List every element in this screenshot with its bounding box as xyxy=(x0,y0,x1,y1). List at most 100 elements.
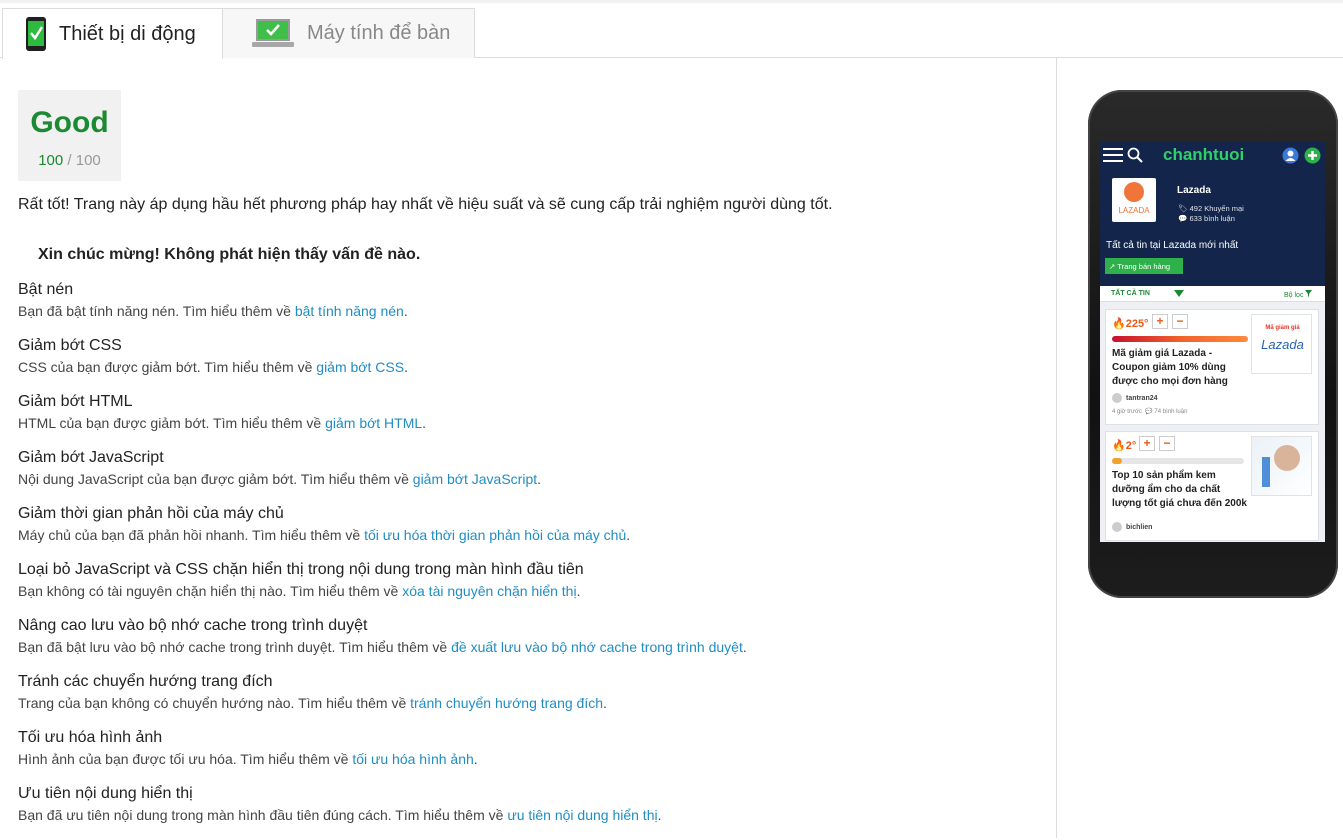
store-comments: 💬 633 bình luận xyxy=(1178,214,1235,223)
thumb-caption: Mã giảm giá xyxy=(1265,325,1300,331)
heat-score-text: 225° xyxy=(1125,318,1149,330)
rule-desc: Bạn không có tài nguyên chặn hiển thị nà… xyxy=(18,583,581,599)
heat-score-text: 2° xyxy=(1125,440,1137,452)
rule-desc: Bạn đã bật tính năng nén. Tìm hiểu thêm … xyxy=(18,303,408,319)
store-page-button[interactable]: ↗ Trang bán hàng xyxy=(1105,258,1183,274)
chevron-down-icon xyxy=(1174,290,1184,297)
rule-item: Bật nén Bạn đã bật tính năng nén. Tìm hiể… xyxy=(18,280,1038,336)
tab-mobile[interactable]: Thiết bị di động xyxy=(2,8,223,59)
rule-desc: Bạn đã ưu tiên nội dung trong màn hình đ… xyxy=(18,807,662,823)
store-header: LAZADA Lazada 🏷 492 Khuyến mại 💬 633 bìn… xyxy=(1100,168,1325,286)
rule-link[interactable]: ưu tiên nội dung hiển thị xyxy=(507,807,657,823)
tab-desktop[interactable]: Máy tính để bàn xyxy=(222,8,475,58)
rule-item: Ưu tiên nội dung hiển thị Bạn đã ưu tiên … xyxy=(18,784,1038,840)
phone-screen: chanhtuoi LAZADA Lazada 🏷 492 Khuyến mại… xyxy=(1100,142,1325,542)
all-news-title: Tất cả tin tại Lazada mới nhất xyxy=(1106,240,1239,251)
rule-desc-text: Bạn đã bật lưu vào bộ nhớ cache trong tr… xyxy=(18,639,452,655)
rule-list: Bật nén Bạn đã bật tính năng nén. Tìm hiể… xyxy=(18,280,1038,840)
filter-all-tab[interactable]: TẤT CẢ TIN xyxy=(1111,290,1150,297)
mobile-check-icon xyxy=(25,16,47,52)
rule-desc-text: Máy chủ của bạn đã phản hồi nhanh. Tìm h… xyxy=(18,527,365,543)
rule-desc-text: CSS của bạn được giảm bớt. Tìm hiểu thêm… xyxy=(18,359,317,375)
rule-link[interactable]: tối ưu hóa thời gian phản hồi của máy ch… xyxy=(364,527,626,543)
rule-link[interactable]: xóa tài nguyên chặn hiển thị xyxy=(402,583,576,599)
store-promos: 🏷 492 Khuyến mại xyxy=(1178,204,1244,213)
rule-item: Tối ưu hóa hình ảnh Hình ảnh của bạn được… xyxy=(18,728,1038,784)
heat-bar-track xyxy=(1112,458,1244,464)
rule-link[interactable]: giảm bớt JavaScript xyxy=(413,471,537,487)
vote-up-button[interactable]: + xyxy=(1152,314,1168,329)
score-number: 100 xyxy=(38,152,64,169)
site-navbar: chanhtuoi xyxy=(1100,142,1325,168)
top-border xyxy=(0,0,1343,3)
desktop-check-icon xyxy=(251,18,295,50)
deal-meta: 4 giờ trước 💬 74 bình luận xyxy=(1112,409,1188,415)
vote-down-button[interactable]: − xyxy=(1159,436,1175,451)
lazada-logo-text: LAZADA xyxy=(1118,206,1150,215)
filter-button[interactable]: Bộ lọc xyxy=(1284,290,1313,299)
results-panel: Good 100 / 100 Rất tốt! Trang này áp dụn… xyxy=(0,58,1057,838)
filter-button-label: Bộ lọc xyxy=(1284,292,1304,299)
avatar xyxy=(1112,522,1122,532)
rule-desc-text: Bạn đã bật tính năng nén. Tìm hiểu thêm … xyxy=(18,303,295,319)
rule-item: Giảm bớt HTML HTML của bạn được giảm bớt.… xyxy=(18,392,1038,448)
thumb-product xyxy=(1262,457,1270,487)
lazada-logo: LAZADA xyxy=(1112,178,1156,222)
rule-item: Giảm bớt CSS CSS của bạn được giảm bớt. T… xyxy=(18,336,1038,392)
author-name: bichlien xyxy=(1126,523,1153,531)
rule-link[interactable]: giảm bớt CSS xyxy=(316,359,404,375)
thumb-brand: Lazada xyxy=(1261,337,1304,352)
phone-frame: chanhtuoi LAZADA Lazada 🏷 492 Khuyến mại… xyxy=(1088,90,1338,598)
rule-desc-text: Bạn đã ưu tiên nội dung trong màn hình đ… xyxy=(18,807,508,823)
rule-link[interactable]: bật tính năng nén xyxy=(295,303,404,319)
deal-card[interactable]: 🔥2° + − Top 10 sản phẩm kem dưỡng ẩm cho… xyxy=(1105,431,1319,541)
deal-comments: 74 bình luận xyxy=(1154,409,1188,415)
rule-link[interactable]: tối ưu hóa hình ảnh xyxy=(352,751,473,767)
deal-author: bichlien xyxy=(1112,522,1152,532)
tab-mobile-label: Thiết bị di động xyxy=(59,22,196,45)
score-max: / 100 xyxy=(67,152,101,169)
vote-up-button[interactable]: + xyxy=(1139,436,1155,451)
rule-link[interactable]: đề xuất lưu vào bộ nhớ cache trong trình… xyxy=(451,639,743,655)
store-page-button-label: Trang bán hàng xyxy=(1117,261,1171,271)
rule-desc: Bạn đã bật lưu vào bộ nhớ cache trong tr… xyxy=(18,639,747,655)
heat-bar xyxy=(1112,336,1248,342)
score-box: Good 100 / 100 xyxy=(18,90,121,181)
score-label: Good xyxy=(30,106,109,139)
author-name: tantran24 xyxy=(1126,394,1158,402)
vote-down-button[interactable]: − xyxy=(1172,314,1188,329)
score-value: 100 / 100 xyxy=(18,152,121,169)
rule-title: Giảm bớt CSS xyxy=(18,337,122,354)
funnel-icon xyxy=(1305,290,1313,297)
deal-time: 4 giờ trước xyxy=(1112,409,1142,415)
rule-link[interactable]: giảm bớt HTML xyxy=(325,415,422,431)
deal-feed: 🔥225° + − Mã giảm giá Lazada - Coupon gi… xyxy=(1100,302,1325,542)
deal-card[interactable]: 🔥225° + − Mã giảm giá Lazada - Coupon gi… xyxy=(1105,309,1319,425)
rule-item: Giảm bớt JavaScript Nội dung JavaScript c… xyxy=(18,448,1038,504)
rule-link[interactable]: tránh chuyển hướng trang đích xyxy=(410,695,603,711)
rule-desc: Hình ảnh của bạn được tối ưu hóa. Tìm hi… xyxy=(18,751,478,767)
rule-desc-text: Nội dung JavaScript của bạn được giảm bớ… xyxy=(18,471,413,487)
rule-title: Giảm bớt HTML xyxy=(18,393,133,410)
lazada-logo-mark xyxy=(1124,182,1144,202)
heat-bar xyxy=(1112,458,1122,464)
thumb-face xyxy=(1274,445,1300,471)
rule-item: Tránh các chuyển hướng trang đích Trang c… xyxy=(18,672,1038,728)
rule-item: Giảm thời gian phản hồi của máy chủ Máy c… xyxy=(18,504,1038,560)
rule-desc-text: HTML của bạn được giảm bớt. Tìm hiểu thê… xyxy=(18,415,326,431)
rule-title: Bật nén xyxy=(18,281,74,298)
hamburger-icon xyxy=(1103,148,1123,162)
search-icon xyxy=(1127,147,1143,163)
deal-title: Top 10 sản phẩm kem dưỡng ẩm cho da chất… xyxy=(1112,470,1247,509)
rule-desc: HTML của bạn được giảm bớt. Tìm hiểu thê… xyxy=(18,415,427,431)
rule-title: Nâng cao lưu vào bộ nhớ cache trong trìn… xyxy=(18,617,368,634)
rule-item: Loại bỏ JavaScript và CSS chặn hiển thị … xyxy=(18,560,1038,616)
rule-desc: Máy chủ của bạn đã phản hồi nhanh. Tìm h… xyxy=(18,527,631,543)
filter-bar: TẤT CẢ TIN Bộ lọc xyxy=(1100,286,1325,302)
heat-score: 🔥2° xyxy=(1112,440,1137,452)
rule-title: Tránh các chuyển hướng trang đích xyxy=(18,673,273,690)
store-name: Lazada xyxy=(1177,185,1211,196)
deal-thumbnail xyxy=(1251,436,1312,496)
deal-author: tantran24 xyxy=(1112,393,1158,403)
rule-title: Loại bỏ JavaScript và CSS chặn hiển thị … xyxy=(18,561,584,578)
